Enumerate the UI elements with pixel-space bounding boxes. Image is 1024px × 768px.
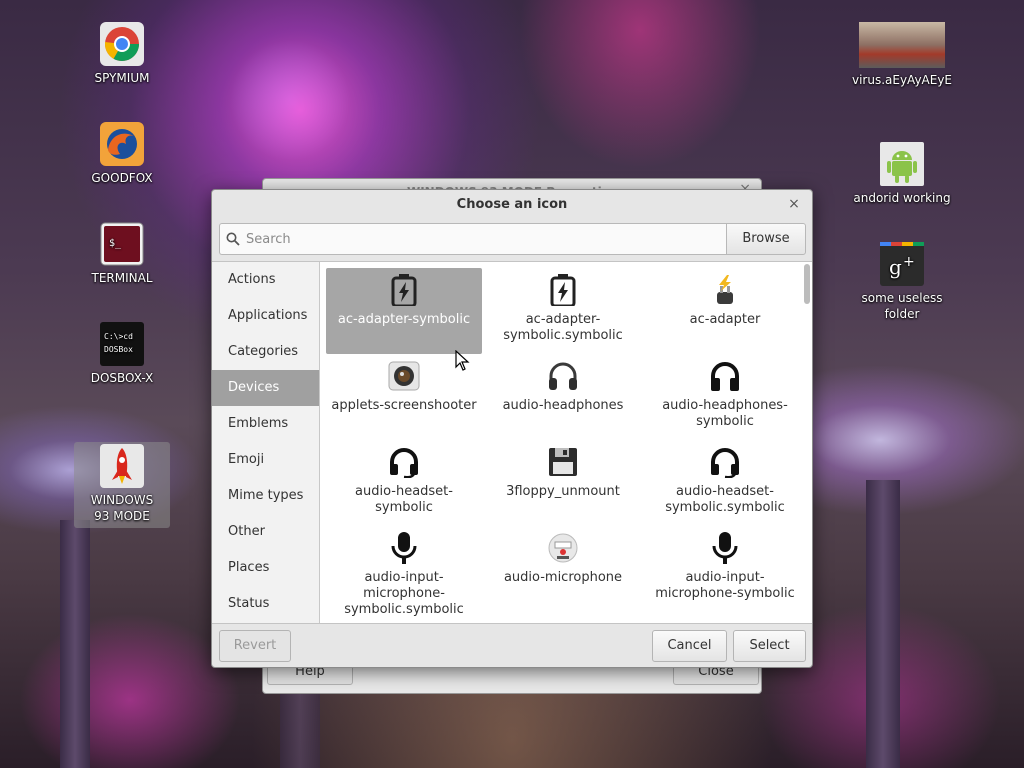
sidebar-item-actions[interactable]: Actions <box>212 262 319 298</box>
microphone-icon <box>388 532 420 564</box>
desktop-icon-terminal[interactable]: $_ TERMINAL <box>74 222 170 286</box>
desktop-icon-useless-folder[interactable]: g + some useless folder <box>846 242 958 322</box>
desktop-icon-virus[interactable]: virus.aEyAyAEyE <box>846 22 958 88</box>
icon-cell-label: audio-input-microphone-symbolic <box>655 570 795 601</box>
desktop-icon-label: DOSBOX-X <box>90 371 154 385</box>
choose-icon-dialog: Choose an icon × Browse Actions Applicat… <box>211 189 813 668</box>
svg-text:g: g <box>889 255 902 279</box>
image-thumbnail-icon <box>859 22 945 68</box>
sidebar-item-status[interactable]: Status <box>212 586 319 622</box>
desktop-icon-label: some useless folder <box>861 291 943 321</box>
desktop-icon-dosbox[interactable]: C:\>cd DOSBox DOSBOX-X <box>74 322 170 386</box>
microphone-icon <box>709 532 741 564</box>
desktop-icon-spymium[interactable]: SPYMIUM <box>74 22 170 86</box>
desktop-icon-label: SPYMIUM <box>94 71 150 85</box>
icon-cell-ac-adapter-symbolic-symbolic[interactable]: ac-adapter-symbolic.symbolic <box>482 268 644 354</box>
icon-grid: ac-adapter-symbolic ac-adapter-symbolic.… <box>320 262 812 623</box>
icon-cell-audio-headset-symbolic[interactable]: audio-headset-symbolic <box>326 440 482 526</box>
icon-cell-audio-headphones[interactable]: audio-headphones <box>482 354 644 440</box>
icon-cell-label: applets-screenshooter <box>331 398 477 413</box>
icon-cell-label: audio-microphone <box>503 570 623 585</box>
headphones-icon <box>709 360 741 392</box>
browse-button[interactable]: Browse <box>726 223 806 255</box>
sidebar-item-mime-types[interactable]: Mime types <box>212 478 319 514</box>
icon-cell-label: audio-headphones <box>502 398 624 413</box>
microphone-device-icon <box>547 532 579 564</box>
category-sidebar: Actions Applications Categories Devices … <box>212 262 320 623</box>
icon-cell-audio-headphones-symbolic[interactable]: audio-headphones-symbolic <box>644 354 806 440</box>
dialog-title: Choose an icon <box>456 197 568 212</box>
icon-cell-ac-adapter-symbolic[interactable]: ac-adapter-symbolic <box>326 268 482 354</box>
scrollbar-thumb[interactable] <box>804 264 810 304</box>
sidebar-item-emblems[interactable]: Emblems <box>212 406 319 442</box>
search-icon <box>226 232 240 246</box>
sidebar-item-other[interactable]: Other <box>212 514 319 550</box>
icon-cell-label: ac-adapter-symbolic <box>337 312 471 327</box>
sidebar-item-emoji[interactable]: Emoji <box>212 442 319 478</box>
svg-text:DOSBox: DOSBox <box>104 345 133 354</box>
google-plus-icon: g + <box>880 242 924 286</box>
icon-cell-audio-input-microphone-symbolic[interactable]: audio-input-microphone-symbolic <box>644 526 806 612</box>
desktop-icon-label: virus.aEyAyAEyE <box>851 73 953 87</box>
icon-cell-label: audio-headset-symbolic <box>355 484 453 515</box>
camera-icon <box>388 360 420 392</box>
icon-cell-3floppy-unmount[interactable]: 3floppy_unmount <box>482 440 644 526</box>
headset-icon <box>388 446 420 478</box>
chrome-icon <box>100 22 144 66</box>
sidebar-item-categories[interactable]: Categories <box>212 334 319 370</box>
search-field[interactable] <box>219 223 726 255</box>
icon-cell-audio-headset-symbolic-symbolic[interactable]: audio-headset-symbolic.symbolic <box>644 440 806 526</box>
battery-charging-icon <box>388 274 420 306</box>
desktop-icon-label: andorid working <box>853 191 951 205</box>
icon-cell-label: audio-headphones-symbolic <box>662 398 788 429</box>
desktop-icon-android[interactable]: andorid working <box>846 142 958 206</box>
icon-cell-label: 3floppy_unmount <box>506 484 620 499</box>
desktop-icon-windows-93-mode[interactable]: WINDOWS 93 MODE <box>74 442 170 528</box>
desktop-icon-label: TERMINAL <box>91 271 153 285</box>
icon-cell-label: audio-headset-symbolic.symbolic <box>665 484 785 515</box>
scrollbar[interactable] <box>804 264 810 620</box>
mouse-cursor-icon <box>455 349 471 376</box>
svg-text:C:\>cd: C:\>cd <box>104 332 133 341</box>
svg-text:$_: $_ <box>109 238 122 249</box>
revert-button[interactable]: Revert <box>219 630 291 662</box>
cancel-button[interactable]: Cancel <box>652 630 727 662</box>
desktop-icon-goodfox[interactable]: GOODFOX <box>74 122 170 186</box>
sidebar-item-places[interactable]: Places <box>212 550 319 586</box>
headphones-icon <box>547 360 579 392</box>
icon-cell-ac-adapter[interactable]: ac-adapter <box>644 268 806 354</box>
desktop-icon-label: WINDOWS 93 MODE <box>90 493 154 523</box>
sidebar-item-applications[interactable]: Applications <box>212 298 319 334</box>
rocket-icon <box>100 444 144 488</box>
icon-cell-label: audio-input-microphone-symbolic.symbolic <box>344 570 464 617</box>
terminal-icon: $_ <box>100 222 144 266</box>
icon-cell-label: ac-adapter-symbolic.symbolic <box>503 312 623 343</box>
icon-cell-audio-input-microphone-symbolic-symbolic[interactable]: audio-input-microphone-symbolic.symbolic <box>326 526 482 617</box>
dialog-content: Actions Applications Categories Devices … <box>212 261 812 624</box>
desktop-icon-label: GOODFOX <box>91 171 153 185</box>
select-button[interactable]: Select <box>733 630 806 662</box>
power-plug-icon <box>709 274 741 306</box>
search-row: Browse <box>219 223 806 255</box>
close-icon[interactable]: × <box>786 196 802 212</box>
dosbox-icon: C:\>cd DOSBox <box>100 322 144 366</box>
icon-cell-label: ac-adapter <box>689 312 761 327</box>
headset-icon <box>709 446 741 478</box>
search-input[interactable] <box>246 231 726 247</box>
svg-text:+: + <box>903 254 915 270</box>
sidebar-item-devices[interactable]: Devices <box>212 370 319 406</box>
android-icon <box>880 142 924 186</box>
floppy-icon <box>547 446 579 478</box>
firefox-icon <box>100 122 144 166</box>
icon-cell-audio-microphone[interactable]: audio-microphone <box>482 526 644 612</box>
battery-charging-icon <box>547 274 579 306</box>
